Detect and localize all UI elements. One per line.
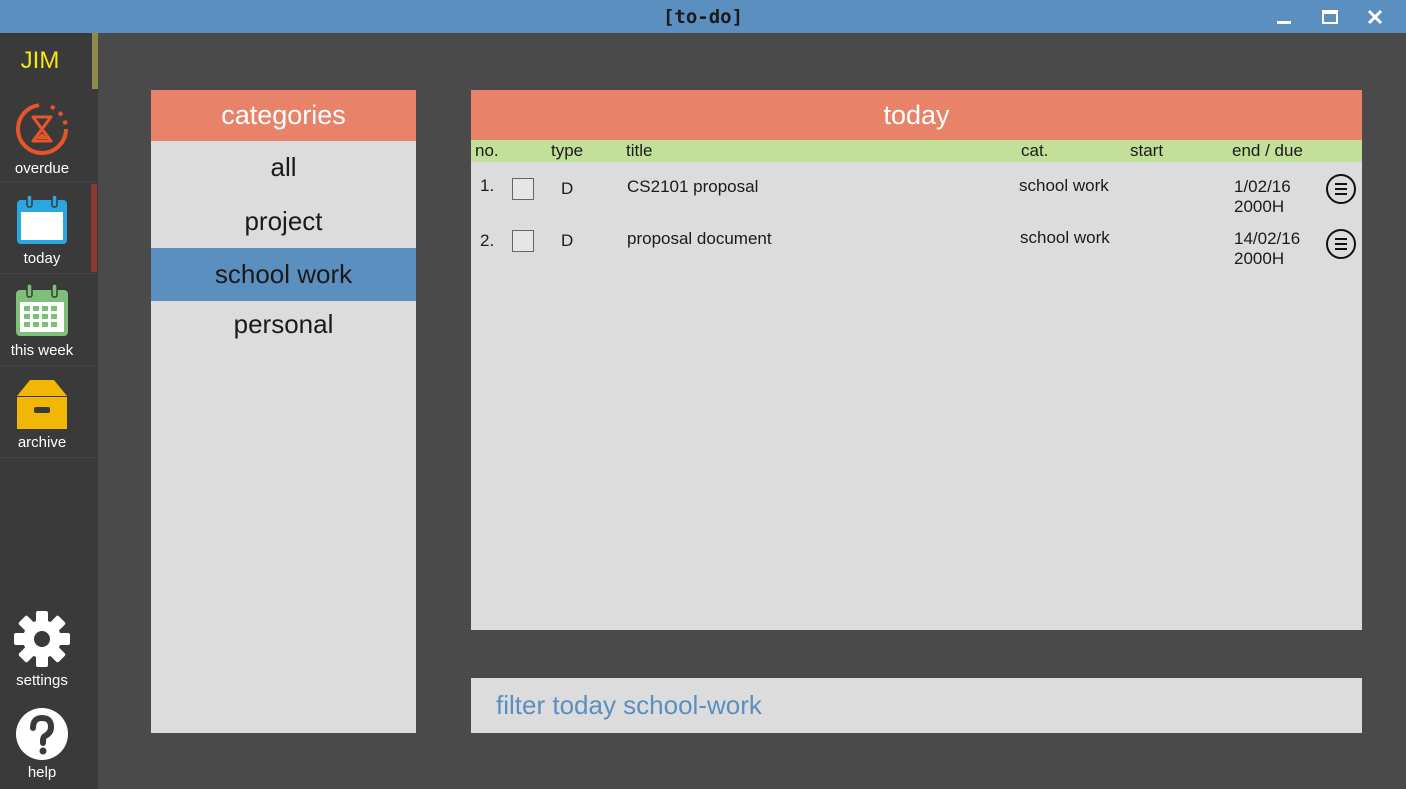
task-end-due: 1/02/16 2000H <box>1234 177 1291 217</box>
task-checkbox[interactable] <box>512 230 534 252</box>
sidebar-item-label: settings <box>16 672 68 689</box>
task-menu-button[interactable] <box>1326 174 1356 204</box>
column-header-row: no. type title cat. start end / due <box>471 140 1362 162</box>
close-button[interactable] <box>1355 0 1395 33</box>
column-header-no: no. <box>475 141 499 160</box>
task-end-due: 14/02/16 2000H <box>1234 229 1300 269</box>
user-badge: JIM <box>0 33 98 89</box>
maximize-button[interactable] <box>1310 0 1350 33</box>
close-icon <box>1367 9 1383 24</box>
hourglass-icon <box>16 103 68 155</box>
minimize-icon <box>1277 20 1291 24</box>
task-checkbox[interactable] <box>512 178 534 200</box>
categories-header: categories <box>151 90 416 141</box>
help-icon <box>16 708 68 760</box>
sidebar-item-settings[interactable]: settings <box>0 605 98 693</box>
task-title: proposal document <box>627 229 772 248</box>
sidebar-item-archive[interactable]: archive <box>0 367 98 458</box>
task-panel-header: today <box>471 90 1362 140</box>
table-row[interactable]: 1. D CS2101 proposal school work 1/02/16… <box>471 172 1362 224</box>
sidebar-item-label: this week <box>10 342 74 359</box>
task-title: CS2101 proposal <box>627 177 759 196</box>
gear-icon <box>14 611 70 667</box>
categories-panel: categories all project school work perso… <box>151 90 416 733</box>
archive-box-icon <box>17 380 67 429</box>
task-number: 2. <box>480 231 495 250</box>
category-all[interactable]: all <box>151 141 416 194</box>
table-row[interactable]: 2. D proposal document school work 14/02… <box>471 224 1362 276</box>
sidebar-item-help[interactable]: help <box>0 705 98 789</box>
sidebar-item-overdue[interactable]: overdue <box>0 91 98 182</box>
task-panel: today no. type title cat. start end / du… <box>471 90 1362 630</box>
column-header-type: type <box>551 141 584 160</box>
calendar-icon <box>17 194 67 244</box>
sidebar-item-this-week[interactable]: this week <box>0 275 98 366</box>
sidebar-item-label: today <box>23 250 61 267</box>
column-header-start: start <box>1130 141 1164 160</box>
sidebar: JIM overdue today this week archive sett… <box>0 33 98 789</box>
sidebar-item-today[interactable]: today <box>0 183 98 274</box>
task-type: D <box>561 179 574 198</box>
task-number: 1. <box>480 176 495 195</box>
task-menu-button[interactable] <box>1326 229 1356 259</box>
calendar-week-icon <box>16 283 68 336</box>
task-end-time: 2000H <box>1234 197 1285 216</box>
task-end-date: 14/02/16 <box>1234 229 1301 248</box>
command-input[interactable] <box>471 678 1362 733</box>
column-header-category: cat. <box>1021 141 1049 160</box>
sidebar-item-label: overdue <box>14 160 70 177</box>
username: JIM <box>20 47 60 74</box>
window-title: [to-do] <box>662 5 744 28</box>
category-project[interactable]: project <box>151 194 416 248</box>
column-header-title: title <box>626 141 653 160</box>
column-header-end-due: end / due <box>1232 141 1303 160</box>
task-end-date: 1/02/16 <box>1234 177 1291 196</box>
minimize-button[interactable] <box>1264 0 1304 33</box>
task-category: school work <box>1019 176 1109 195</box>
category-school-work[interactable]: school work <box>151 248 416 301</box>
task-end-time: 2000H <box>1234 249 1285 268</box>
title-bar: [to-do] <box>0 0 1406 33</box>
category-personal[interactable]: personal <box>151 301 416 347</box>
task-type: D <box>561 231 574 250</box>
sidebar-item-label: help <box>27 764 57 781</box>
sidebar-item-label: archive <box>17 434 67 451</box>
maximize-icon <box>1322 9 1338 24</box>
task-category: school work <box>1020 228 1110 247</box>
